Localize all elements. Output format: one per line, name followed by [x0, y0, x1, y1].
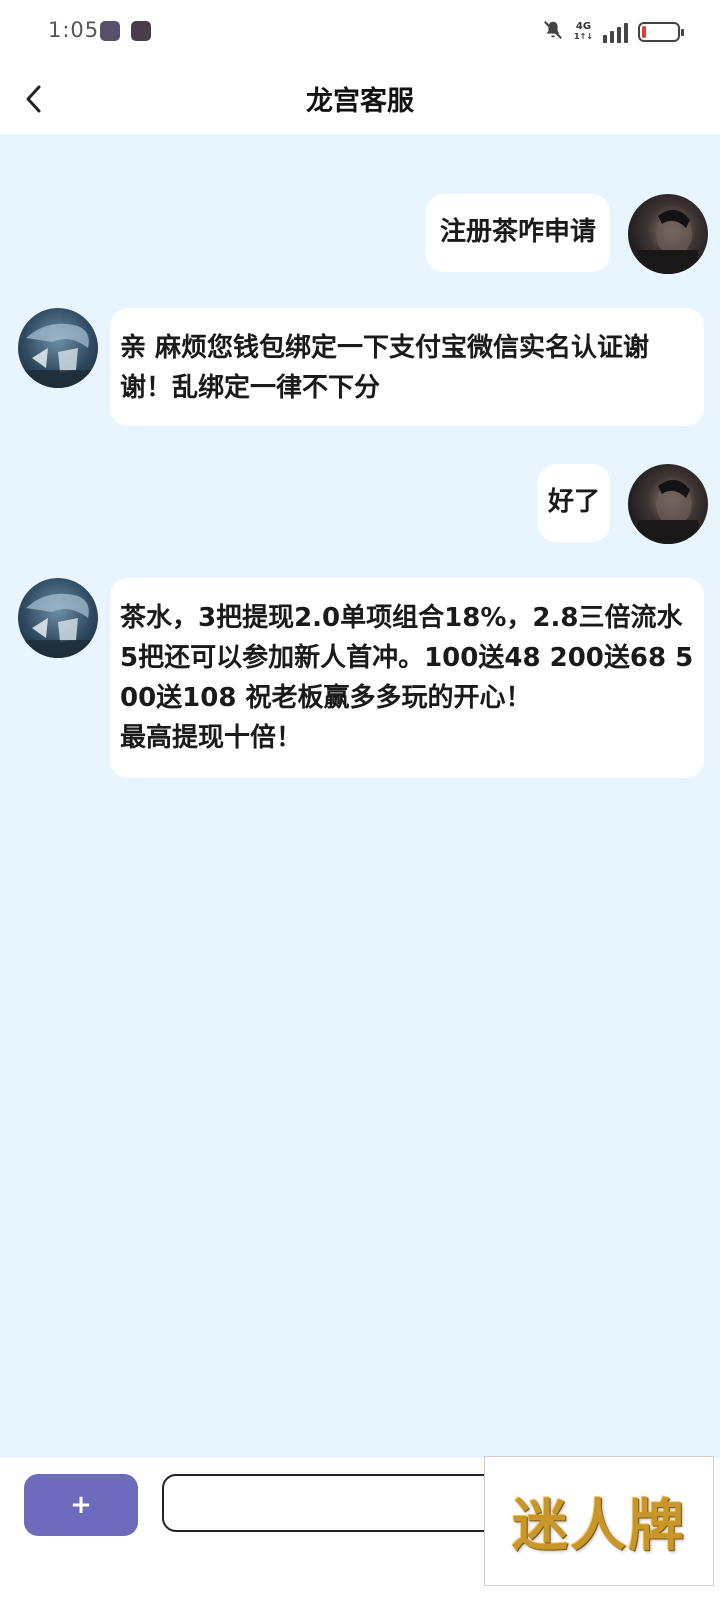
message-text: 注册茶咋申请 — [440, 217, 597, 247]
message-text: 谢！乱绑定一律不下分 — [120, 373, 381, 403]
message-input[interactable] — [162, 1474, 502, 1532]
service-avatar[interactable] — [18, 578, 98, 658]
network-type-text: 4G — [575, 21, 592, 32]
page-title: 龙宫客服 — [306, 86, 414, 117]
status-indicators: 4G 1↑↓ — [542, 14, 684, 50]
service-avatar[interactable] — [18, 308, 98, 388]
tiktok-app-icon — [131, 21, 151, 41]
user-avatar[interactable] — [628, 194, 708, 274]
header-bar: 龙宫客服 — [0, 64, 720, 134]
user-portrait-image — [638, 479, 698, 544]
dragon-palace-logo-image — [18, 593, 98, 658]
message-text: 00送108 祝老板赢多多玩的开心！ — [120, 683, 532, 713]
message-text: 最高提现十倍！ — [120, 723, 303, 753]
chat-bubble-user: 好了 — [538, 464, 610, 542]
message-text: 好了 — [548, 487, 601, 517]
message-text: 亲 麻烦您钱包绑定一下支付宝微信实名认证谢 — [120, 333, 650, 363]
status-bar: 1:05 4G 1↑↓ — [0, 0, 720, 64]
network-type-label: 4G 1↑↓ — [574, 22, 593, 42]
battery-level-fill — [642, 26, 646, 38]
signal-strength-icon — [603, 21, 628, 43]
user-avatar[interactable] — [628, 464, 708, 544]
message-text: 茶水，3把提现2.0单项组合18%，2.8三倍流水 — [120, 603, 683, 633]
status-time: 1:05 — [48, 18, 100, 42]
watermark-logo: 迷人牌 — [484, 1456, 714, 1586]
chat-bubble-user: 注册茶咋申请 — [426, 194, 610, 272]
add-attachment-button[interactable]: + — [24, 1474, 138, 1536]
network-activity-text: 1↑↓ — [574, 32, 593, 41]
chat-bubble-service: 茶水，3把提现2.0单项组合18%，2.8三倍流水 5把还可以参加新人首冲。10… — [110, 578, 704, 778]
plus-icon: + — [70, 1490, 92, 1520]
notification-app-icon — [100, 21, 120, 41]
dragon-palace-logo-image — [18, 323, 98, 388]
user-portrait-image — [638, 209, 698, 274]
watermark-text: 迷人牌 — [512, 1492, 686, 1559]
battery-icon — [638, 22, 684, 42]
mute-bell-icon — [542, 19, 564, 45]
chat-bubble-service: 亲 麻烦您钱包绑定一下支付宝微信实名认证谢 谢！乱绑定一律不下分 — [110, 308, 704, 426]
message-text: 5把还可以参加新人首冲。100送48 200送68 5 — [120, 643, 694, 673]
